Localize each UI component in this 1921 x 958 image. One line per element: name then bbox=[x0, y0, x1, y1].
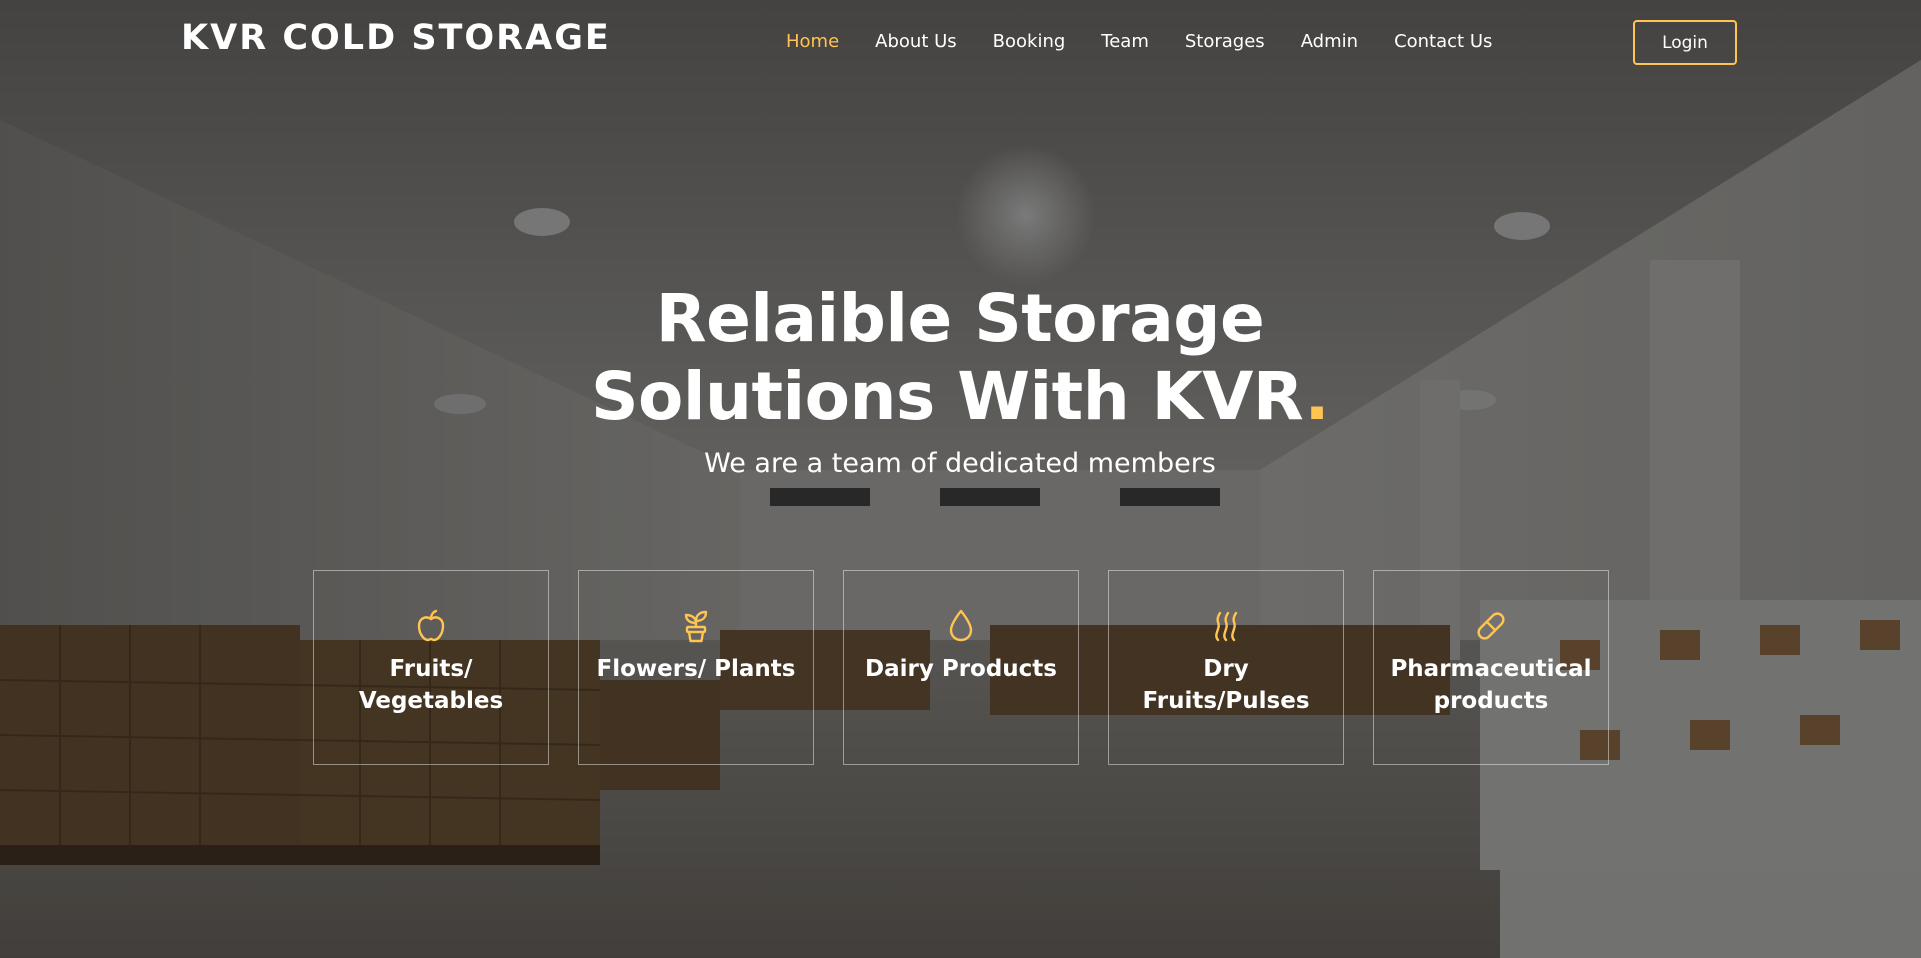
hero-title: Relaible Storage Solutions With KVR. bbox=[460, 280, 1460, 436]
category-box-pharmaceutical-products[interactable]: Pharmaceutical products bbox=[1373, 570, 1609, 765]
droplet-icon bbox=[949, 609, 973, 642]
category-label: Pharmaceutical products bbox=[1390, 656, 1592, 714]
hero-background-image bbox=[0, 0, 1921, 958]
category-box-flowers-plants[interactable]: Flowers/ Plants bbox=[578, 570, 814, 765]
nav-booking[interactable]: Booking bbox=[993, 30, 1066, 54]
nav-home[interactable]: Home bbox=[786, 30, 839, 54]
hero-subtitle: We are a team of dedicated members bbox=[704, 448, 1216, 479]
nav-team[interactable]: Team bbox=[1101, 30, 1149, 54]
category-label: Dairy Products bbox=[865, 656, 1057, 682]
heat-waves-icon bbox=[1215, 611, 1238, 642]
nav-storages[interactable]: Storages bbox=[1185, 30, 1265, 54]
hero-title-line1: Relaible Storage bbox=[655, 280, 1265, 357]
apple-icon bbox=[417, 609, 445, 642]
site-header: KVR COLD STORAGE Home About Us Booking T… bbox=[0, 0, 1921, 86]
category-label: Flowers/ Plants bbox=[596, 656, 796, 682]
category-box-dairy-products[interactable]: Dairy Products bbox=[843, 570, 1079, 765]
category-box-fruits-vegetables[interactable]: Fruits/ Vegetables bbox=[313, 570, 549, 765]
hero-title-line2: Solutions With KVR bbox=[590, 358, 1305, 435]
site-logo[interactable]: KVR COLD STORAGE bbox=[181, 18, 611, 58]
category-boxes: Fruits/ Vegetables Flowers/ Plants Dairy… bbox=[313, 570, 1609, 765]
capsule-icon bbox=[1477, 612, 1505, 640]
flower-pot-icon bbox=[684, 610, 708, 643]
main-nav: Home About Us Booking Team Storages Admi… bbox=[786, 30, 1528, 54]
login-button[interactable]: Login bbox=[1633, 20, 1737, 65]
category-label: Dry Fruits/Pulses bbox=[1142, 656, 1310, 714]
nav-contact-us[interactable]: Contact Us bbox=[1394, 30, 1492, 54]
nav-about-us[interactable]: About Us bbox=[875, 30, 957, 54]
hero-title-dot: . bbox=[1304, 358, 1330, 435]
nav-admin[interactable]: Admin bbox=[1301, 30, 1358, 54]
category-label: Fruits/ Vegetables bbox=[358, 656, 504, 714]
category-box-dry-fruits-pulses[interactable]: Dry Fruits/Pulses bbox=[1108, 570, 1344, 765]
